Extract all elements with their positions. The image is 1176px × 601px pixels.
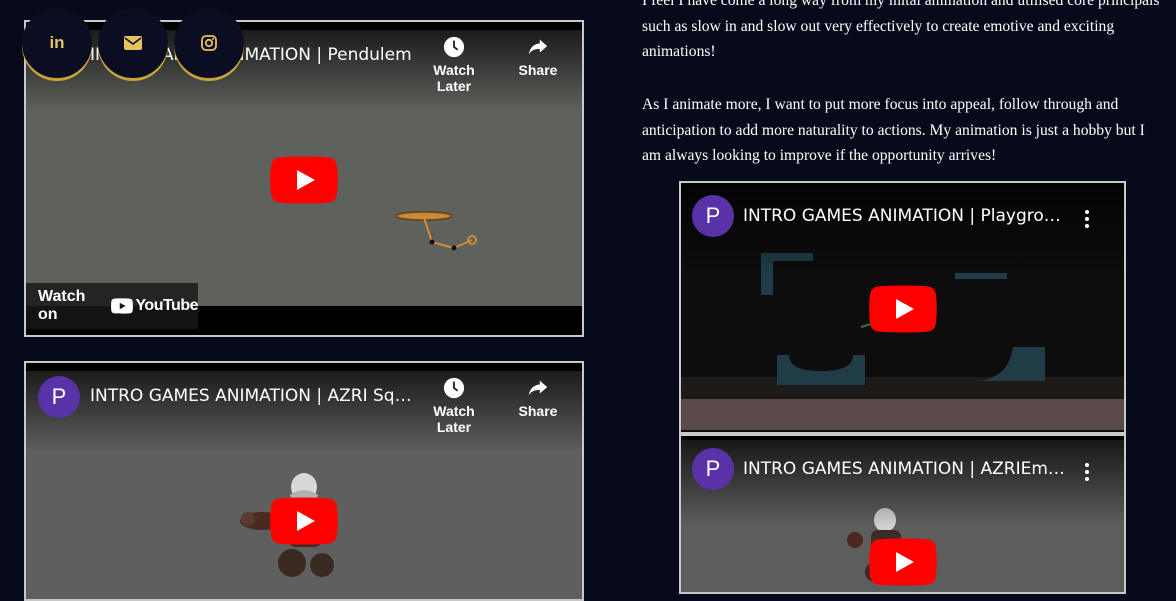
video-title[interactable]: INTRO GAMES ANIMATION | Playgrou... [743,206,1065,226]
channel-avatar[interactable]: P [692,195,734,237]
more-options-icon[interactable] [1084,210,1090,231]
share-button[interactable]: Share [506,377,570,419]
linkedin-button[interactable]: in [22,8,92,78]
youtube-icon [111,298,134,314]
channel-avatar[interactable]: P [38,376,80,418]
video-embed-playground[interactable]: P INTRO GAMES ANIMATION | Playgrou... [679,181,1126,434]
watch-later-label: Watch Later [433,403,475,435]
share-icon [528,380,548,396]
title-gradient [681,436,1124,526]
instagram-button[interactable] [174,8,244,78]
share-label: Share [518,62,558,78]
video-embed-azri-squash[interactable]: P INTRO GAMES ANIMATION | AZRI Squ... Wa… [24,361,584,601]
linkedin-icon: in [49,33,65,52]
video-title[interactable]: INTRO GAMES ANIMATION | AZRI Squ... [90,386,412,406]
watch-on-youtube-button[interactable]: Watch on YouTube [26,283,198,329]
youtube-wordmark: YouTube [135,297,198,314]
share-button[interactable]: Share [506,36,570,78]
envelope-icon [124,36,142,50]
instagram-icon [201,35,217,51]
play-button[interactable] [270,497,338,545]
more-options-icon[interactable] [1084,463,1090,484]
description-paragraph-2: As I animate more, I want to put more fo… [642,96,1145,164]
title-gradient [681,183,1124,273]
watch-later-label: Watch Later [433,62,475,94]
youtube-logo: YouTube [111,297,198,315]
video-title[interactable]: INTRO GAMES ANIMATION | AZRIEmo... [743,459,1065,479]
video-embed-azri-emote[interactable]: P INTRO GAMES ANIMATION | AZRIEmo... [679,434,1126,594]
description-paragraph-1: I feel I have come a long way from my in… [642,0,1160,60]
channel-avatar[interactable]: P [692,448,734,490]
email-button[interactable] [98,8,168,78]
watch-later-button[interactable]: Watch Later [422,36,486,94]
play-button[interactable] [270,156,338,204]
watch-on-label: Watch on [38,288,86,323]
play-button[interactable] [869,538,937,586]
clock-icon [443,36,465,58]
play-button[interactable] [869,285,937,333]
watch-later-button[interactable]: Watch Later [422,377,486,435]
pendulum-figure [395,211,477,251]
share-label: Share [518,403,558,419]
title-gradient [26,363,582,453]
clock-icon [443,377,465,399]
share-icon [528,39,548,55]
